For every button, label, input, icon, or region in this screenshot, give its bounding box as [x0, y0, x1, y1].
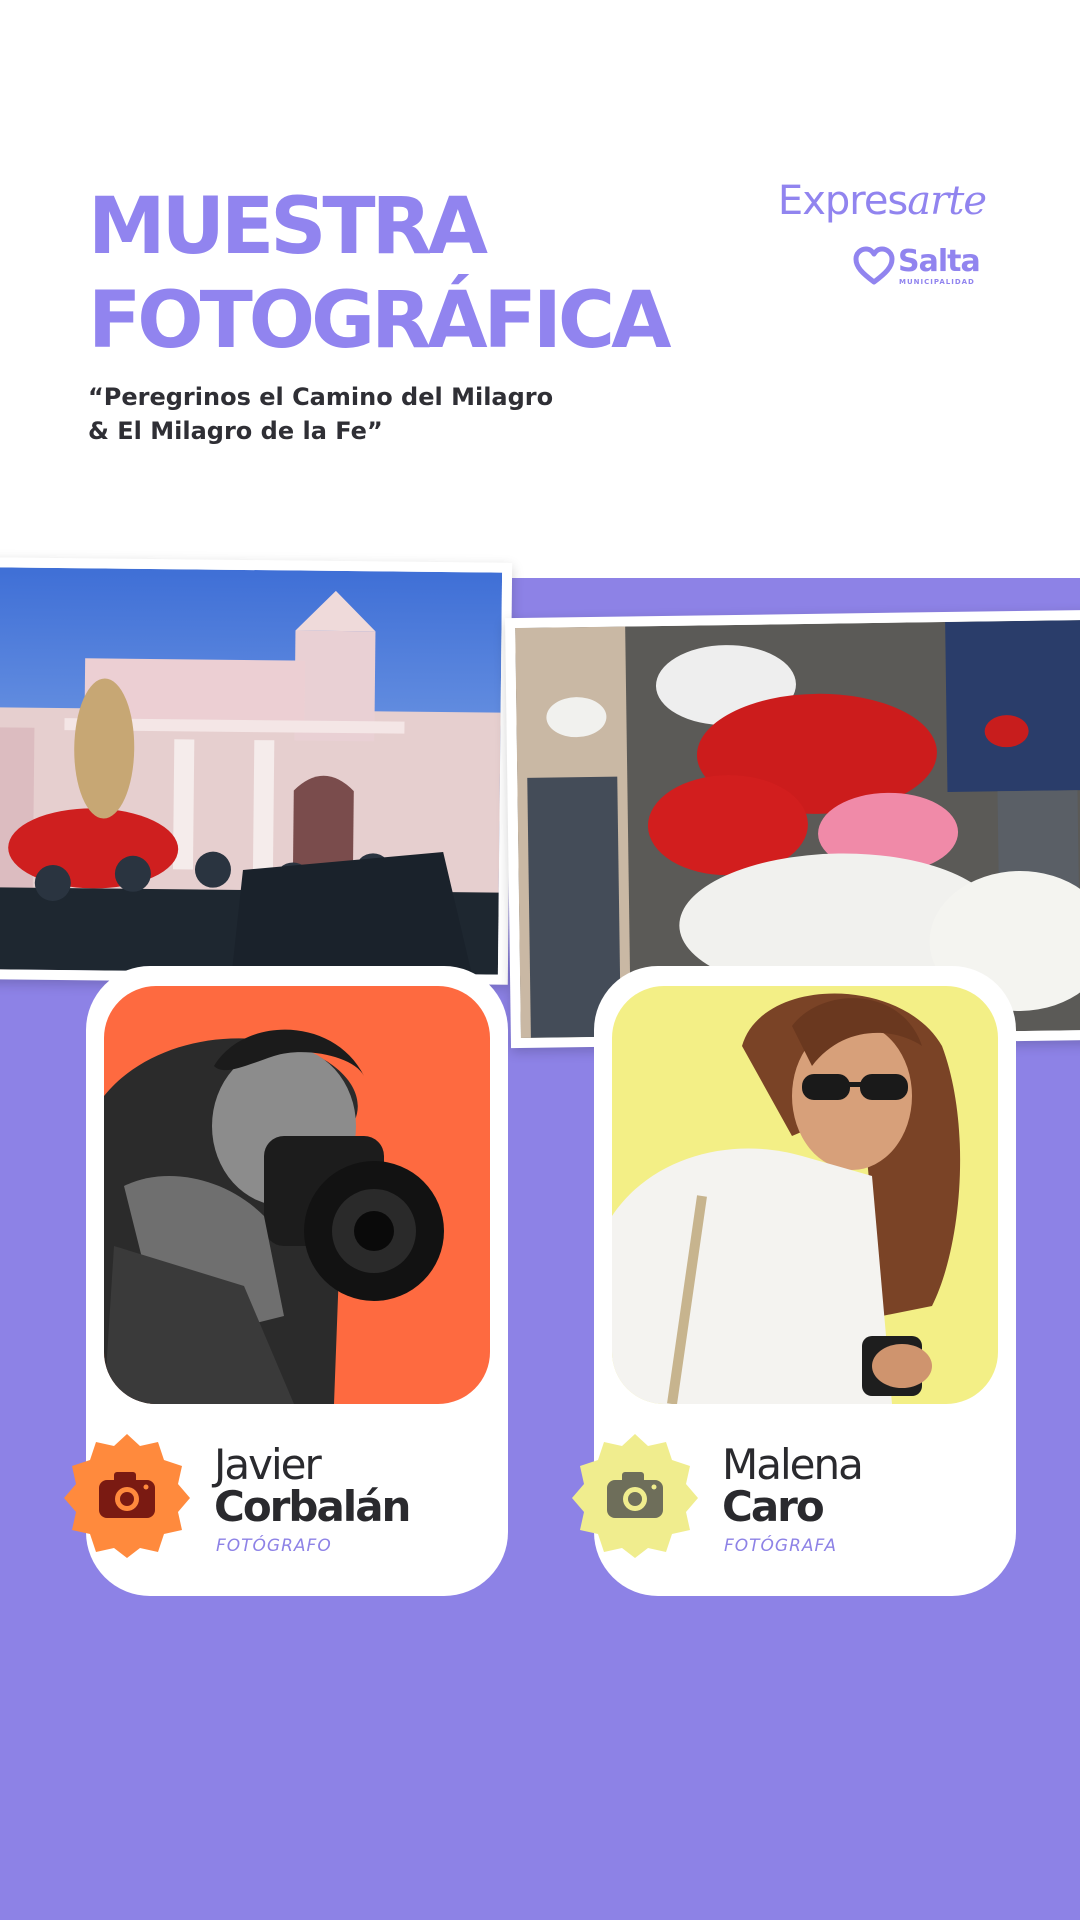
photographer-last-name: Corbalán [214, 1482, 411, 1531]
photographer-role: FOTÓGRAFA [724, 1536, 837, 1556]
title-line-2: FOTOGRÁFICA [88, 276, 671, 366]
exhibition-subtitle: “Peregrinos el Camino del Milagro & El M… [88, 380, 553, 448]
subtitle-line-2: & El Milagro de la Fe” [88, 417, 383, 445]
salta-municipalidad-logo: Salta MUNICIPALIDAD [852, 244, 986, 290]
expresarte-plain-text: Expres [777, 178, 908, 224]
photographer-last-name: Caro [722, 1482, 825, 1531]
malena-portrait-image [612, 986, 998, 1404]
javier-portrait-image [104, 986, 490, 1404]
heart-icon [853, 246, 895, 285]
photographer-role: FOTÓGRAFO [216, 1536, 332, 1556]
photographer-portrait [104, 986, 490, 1404]
page-title: MUESTRA FOTOGRÁFICA [88, 180, 671, 368]
photographer-card-malena: Malena Caro FOTÓGRAFA [572, 966, 1016, 1596]
photographer-card-javier: Javier Corbalán FOTÓGRAFO [64, 966, 508, 1596]
title-line-1: MUESTRA [88, 182, 488, 272]
expresarte-logo: Expresarte [777, 178, 987, 224]
subtitle-line-1: “Peregrinos el Camino del Milagro [88, 383, 554, 411]
salta-text: Salta [898, 244, 981, 279]
cathedral-procession-photo [0, 557, 513, 985]
cathedral-procession-image [0, 567, 503, 975]
camera-badge [64, 1434, 190, 1558]
municipalidad-text: MUNICIPALIDAD [899, 278, 975, 286]
camera-badge [572, 1434, 698, 1558]
expresarte-script-text: arte [907, 178, 987, 224]
photographer-portrait [612, 986, 998, 1404]
